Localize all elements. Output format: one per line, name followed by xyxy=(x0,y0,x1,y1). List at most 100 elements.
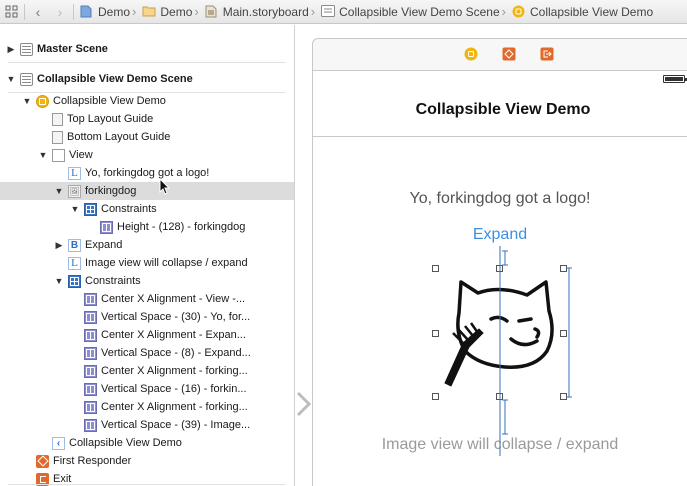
storyboard-canvas[interactable]: Collapsible View Demo Yo, forkingdog got… xyxy=(295,25,687,486)
outline-row[interactable]: Vertical Space - (16) - forkin... xyxy=(0,380,294,398)
outline-row-label: Collapsible View Demo xyxy=(69,437,182,449)
outline-row-label: Center X Alignment - View -... xyxy=(101,293,246,305)
breadcrumb-label: Main.storyboard xyxy=(222,4,309,19)
folder-icon xyxy=(142,5,156,18)
disclosure-expanded-icon[interactable]: ▼ xyxy=(54,276,64,286)
exit-icon[interactable] xyxy=(540,47,554,61)
view-controller-scene[interactable]: Collapsible View Demo Yo, forkingdog got… xyxy=(312,70,687,486)
constraint-icon xyxy=(84,328,97,342)
forkingdog-image-view[interactable] xyxy=(313,71,687,486)
resize-handle[interactable] xyxy=(560,393,567,400)
outline-row[interactable]: ▼ 🖼 forkingdog xyxy=(0,182,294,200)
outline-row-label: First Responder xyxy=(53,455,132,467)
constraint-icon xyxy=(100,220,113,234)
outline-row[interactable]: L Yo, forkingdog got a logo! xyxy=(0,164,294,182)
constraint-icon xyxy=(84,364,97,378)
chevron-right-icon: › xyxy=(194,4,199,19)
resize-handle[interactable] xyxy=(432,265,439,272)
jump-bar: ‹ › Demo › Demo › Main.storyboard › Collapsibl… xyxy=(0,0,687,24)
outline-row[interactable]: Vertical Space - (39) - Image... xyxy=(0,416,294,434)
resize-handle[interactable] xyxy=(560,330,567,337)
outline-row[interactable]: Center X Alignment - Expan... xyxy=(0,326,294,344)
constraint-lines[interactable] xyxy=(499,246,572,456)
outline-row-label: Vertical Space - (30) - Yo, for... xyxy=(101,311,251,323)
outline-row-label: Yo, forkingdog got a logo! xyxy=(85,167,210,179)
chevron-right-icon: › xyxy=(132,4,137,19)
constraint-icon xyxy=(84,382,97,396)
resize-handle[interactable] xyxy=(560,265,567,272)
outline-row[interactable]: Bottom Layout Guide xyxy=(0,128,294,146)
disclosure-collapsed-icon[interactable]: ▶ xyxy=(54,240,64,251)
constraint-icon xyxy=(84,346,97,360)
constraint-icon xyxy=(84,310,97,324)
disclosure-expanded-icon[interactable]: ▼ xyxy=(38,150,48,160)
view-controller-icon xyxy=(512,5,526,18)
outline-row-label: Top Layout Guide xyxy=(67,113,154,125)
outline-row[interactable]: ▼ Collapsible View Demo xyxy=(0,92,294,110)
outline-row[interactable]: Center X Alignment - forking... xyxy=(0,398,294,416)
mouse-cursor-icon xyxy=(159,178,171,195)
disclosure-collapsed-icon[interactable]: ▶ xyxy=(6,44,16,55)
breadcrumb-item[interactable]: Collapsible View Demo xyxy=(508,5,653,19)
label-icon: L xyxy=(68,256,81,270)
outline-row-label: Collapsible View Demo xyxy=(53,95,166,107)
related-items-icon[interactable] xyxy=(0,0,22,23)
outline-row-label: Bottom Layout Guide xyxy=(67,131,171,143)
outline-row-label: Height - (128) - forkingdog xyxy=(117,221,246,233)
resize-handle[interactable] xyxy=(432,330,439,337)
outline-row-label: Expand xyxy=(85,239,123,251)
breadcrumb-label: Collapsible View Demo Scene xyxy=(339,4,500,19)
layout-guide-icon xyxy=(52,112,63,126)
disclosure-expanded-icon[interactable]: ▼ xyxy=(22,96,32,106)
constraints-folder-icon xyxy=(68,274,81,288)
outline-row-label: Center X Alignment - forking... xyxy=(101,365,248,377)
outline-row-label: View xyxy=(69,149,93,161)
breadcrumb-item[interactable]: Collapsible View Demo Scene › xyxy=(317,4,508,19)
outline-row[interactable]: Vertical Space - (30) - Yo, for... xyxy=(0,308,294,326)
outline-row[interactable]: ▼ View xyxy=(0,146,294,164)
outline-row[interactable]: Height - (128) - forkingdog xyxy=(0,218,294,236)
breadcrumb-item[interactable]: Main.storyboard › xyxy=(201,4,317,19)
outline-row[interactable]: ‹ Collapsible View Demo xyxy=(0,434,294,452)
scene-icon xyxy=(321,5,336,18)
outline-row[interactable]: ▶ B Expand xyxy=(0,236,294,254)
outline-row-label: Center X Alignment - forking... xyxy=(101,401,248,413)
view-controller-icon xyxy=(36,94,49,108)
first-responder-icon[interactable] xyxy=(502,47,516,61)
back-icon[interactable]: ‹ xyxy=(27,0,49,23)
segue-icon: ‹ xyxy=(52,436,65,450)
outline-row[interactable]: Center X Alignment - View -... xyxy=(0,290,294,308)
resize-handle[interactable] xyxy=(432,393,439,400)
breadcrumb-label: Demo xyxy=(160,4,193,19)
breadcrumb-item[interactable]: Demo › xyxy=(76,4,138,19)
disclosure-expanded-icon[interactable]: ▼ xyxy=(70,204,80,214)
breadcrumb-item[interactable]: Demo › xyxy=(138,4,200,19)
outline-row[interactable]: Vertical Space - (8) - Expand... xyxy=(0,344,294,362)
outline-row-label: Constraints xyxy=(101,203,157,215)
view-controller-icon[interactable] xyxy=(464,47,478,61)
outline-row[interactable]: L Image view will collapse / expand xyxy=(0,254,294,272)
outline-row[interactable]: Center X Alignment - forking... xyxy=(0,362,294,380)
constraint-icon xyxy=(84,400,97,414)
scene-icon xyxy=(20,72,33,86)
outline-row-label: Vertical Space - (39) - Image... xyxy=(101,419,251,431)
constraint-icon xyxy=(84,292,97,306)
separator xyxy=(73,3,74,20)
segue-arrow-icon[interactable] xyxy=(296,391,312,417)
layout-guide-icon xyxy=(52,130,63,144)
outline-row-label: Image view will collapse / expand xyxy=(85,257,248,269)
outline-scene-row[interactable]: ▼ Collapsible View Demo Scene xyxy=(0,70,294,88)
outline-row[interactable]: ▼ Constraints xyxy=(0,272,294,290)
forward-icon[interactable]: › xyxy=(49,0,71,23)
outline-scene-row[interactable]: ▶ Master Scene xyxy=(0,40,294,58)
chevron-right-icon: › xyxy=(310,4,316,19)
disclosure-expanded-icon[interactable]: ▼ xyxy=(54,186,64,196)
outline-row-label: Vertical Space - (8) - Expand... xyxy=(101,347,251,359)
disclosure-expanded-icon[interactable]: ▼ xyxy=(6,74,16,84)
outline-row[interactable]: Top Layout Guide xyxy=(0,110,294,128)
outline-row[interactable]: First Responder xyxy=(0,452,294,470)
label-icon: L xyxy=(68,166,81,180)
separator xyxy=(24,3,25,20)
chevron-right-icon: › xyxy=(501,4,506,19)
outline-row[interactable]: ▼ Constraints xyxy=(0,200,294,218)
